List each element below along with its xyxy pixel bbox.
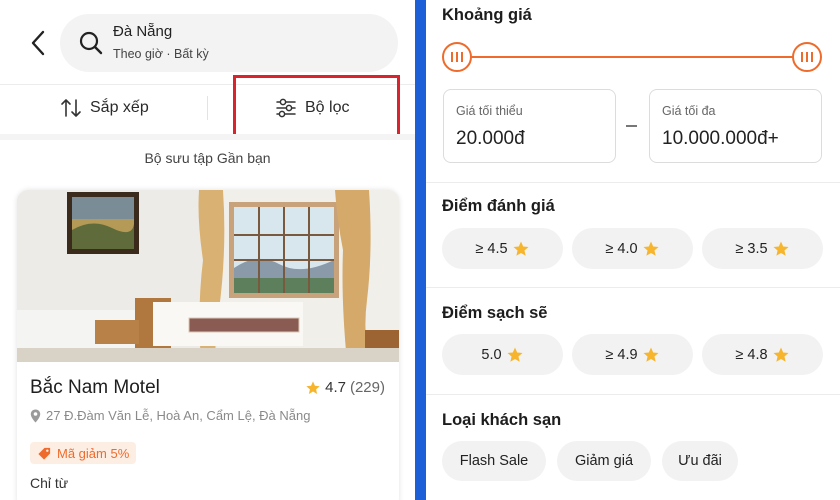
rating-chip-3-5[interactable]: ≥ 3.5	[702, 228, 823, 269]
range-separator	[626, 125, 637, 127]
cleanliness-chip-4-8[interactable]: ≥ 4.8	[702, 334, 823, 375]
rating-filter-title: Điểm đánh giá	[442, 197, 555, 215]
address-text: 27 Đ.Đàm Văn Lễ, Hoà An, Cẩm Lệ, Đà Nẵng	[46, 408, 311, 423]
cleanliness-filter-title: Điểm sạch sẽ	[442, 304, 548, 322]
hotel-list-screen: Đà Nẵng Theo giờ · Bất kỳ Sắp xếp Bộ lọc…	[0, 0, 415, 500]
min-price-label: Giá tối thiểu	[456, 104, 523, 118]
price-slider-max-handle[interactable]	[792, 42, 822, 72]
sort-label: Sắp xếp	[90, 99, 149, 116]
cleanliness-chip-5-0[interactable]: 5.0	[442, 334, 563, 375]
rating-value: 4.7	[325, 379, 346, 396]
type-chip-offer[interactable]: Ưu đãi	[662, 441, 738, 481]
sort-button[interactable]: Sắp xếp	[60, 95, 149, 121]
hotel-card[interactable]: Bắc Nam Motel 4.7 (229) 27 Đ.Đàm Văn Lễ,…	[17, 190, 399, 500]
search-location: Đà Nẵng	[113, 23, 173, 40]
discount-text: Mã giảm 5%	[57, 445, 130, 461]
star-icon	[306, 380, 320, 394]
price-label: Chỉ từ	[30, 475, 69, 491]
star-icon	[643, 241, 659, 256]
collection-title: Bộ sưu tập Gần bạn	[144, 150, 271, 166]
sort-icon	[61, 99, 81, 117]
star-icon	[643, 347, 659, 362]
divider	[0, 134, 415, 140]
hotel-address: 27 Đ.Đàm Văn Lễ, Hoà An, Cẩm Lệ, Đà Nẵng	[30, 408, 310, 423]
search-subtitle: Theo giờ · Bất kỳ	[113, 47, 209, 61]
hotel-type-filter-title: Loại khách sạn	[442, 411, 562, 429]
star-icon	[507, 347, 523, 362]
search-bar[interactable]: Đà Nẵng Theo giờ · Bất kỳ	[60, 14, 398, 72]
panel-divider	[415, 0, 426, 500]
back-button[interactable]	[26, 28, 52, 58]
filter-panel: Khoảng giá Giá tối thiểu 20.000đ Giá tối…	[426, 0, 840, 500]
divider	[207, 96, 208, 120]
hotel-name: Bắc Nam Motel	[30, 377, 160, 398]
min-price-value: 20.000đ	[456, 128, 525, 149]
price-range-title: Khoảng giá	[442, 6, 532, 24]
divider	[426, 287, 840, 288]
star-icon	[773, 347, 789, 362]
location-pin-icon	[30, 409, 41, 422]
type-chip-flash-sale[interactable]: Flash Sale	[442, 441, 546, 481]
highlight-annotation	[233, 75, 400, 138]
hotel-rating: 4.7 (229)	[305, 379, 385, 396]
discount-badge: Mã giảm 5%	[30, 442, 137, 464]
max-price-value: 10.000.000đ+	[662, 128, 779, 149]
price-slider-track[interactable]	[456, 56, 810, 58]
min-price-field[interactable]: Giá tối thiểu 20.000đ	[443, 89, 616, 163]
star-icon	[513, 241, 529, 256]
max-price-field[interactable]: Giá tối đa 10.000.000đ+	[649, 89, 822, 163]
divider	[426, 394, 840, 395]
divider	[426, 182, 840, 183]
star-icon	[773, 241, 789, 256]
search-icon	[79, 31, 103, 55]
type-chip-discount[interactable]: Giảm giá	[557, 441, 651, 481]
tag-icon	[38, 447, 51, 460]
price-slider-min-handle[interactable]	[442, 42, 472, 72]
chevron-left-icon	[31, 30, 45, 56]
hotel-photo	[17, 190, 399, 362]
review-count: (229)	[349, 379, 385, 396]
rating-chip-4-0[interactable]: ≥ 4.0	[572, 228, 693, 269]
max-price-label: Giá tối đa	[662, 104, 716, 118]
cleanliness-chip-4-9[interactable]: ≥ 4.9	[572, 334, 693, 375]
rating-chip-4-5[interactable]: ≥ 4.5	[442, 228, 563, 269]
